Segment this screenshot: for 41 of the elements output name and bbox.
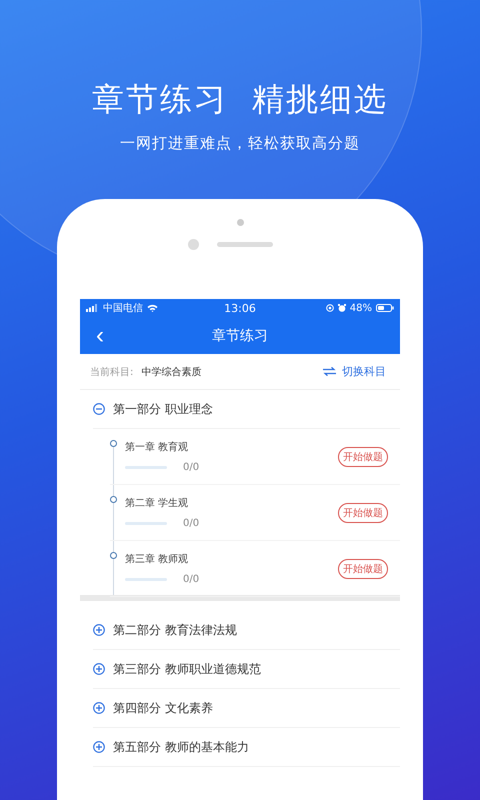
- chapter-title: 第一章 教育观: [125, 440, 190, 454]
- expand-icon[interactable]: [93, 702, 105, 714]
- alarm-icon: [338, 304, 346, 312]
- progress-count: 0/0: [183, 518, 200, 529]
- subject-label: 当前科目:: [90, 366, 134, 378]
- part-title[interactable]: 第五部分 教师的基本能力: [113, 738, 249, 756]
- subject-name: 中学综合素质: [141, 366, 202, 378]
- start-button[interactable]: 开始做题: [338, 446, 388, 466]
- back-button[interactable]: ‹: [88, 324, 112, 348]
- headline: 章节练习 精挑细选: [92, 79, 388, 120]
- lock-rotation-icon: [326, 304, 334, 312]
- status-time: 13:06: [224, 302, 256, 314]
- expand-icon[interactable]: [93, 624, 105, 636]
- part-title[interactable]: 第一部分 职业理念: [113, 400, 213, 418]
- timeline-node-icon: [110, 496, 117, 503]
- expand-icon[interactable]: [93, 663, 105, 675]
- page-title: 章节练习: [212, 326, 268, 344]
- chapter-title: 第三章 教师观: [125, 552, 190, 566]
- chapter-title: 第二章 学生观: [125, 496, 190, 510]
- part-title[interactable]: 第二部分 教育法律法规: [113, 622, 237, 638]
- battery-icon: [376, 304, 394, 312]
- subline: 一网打进重难点，轻松获取高分题: [120, 134, 360, 153]
- timeline-node-icon: [110, 552, 117, 559]
- collapse-icon[interactable]: [93, 403, 105, 415]
- expand-icon[interactable]: [93, 741, 105, 753]
- part-title[interactable]: 第四部分 文化素养: [113, 700, 213, 716]
- swap-icon: [323, 367, 336, 376]
- start-button[interactable]: 开始做题: [338, 558, 388, 578]
- progress-count: 0/0: [183, 574, 200, 585]
- switch-subject-button[interactable]: 切换科目: [323, 364, 386, 379]
- carrier-name: 中国电信: [103, 302, 143, 315]
- camera-icon: [236, 219, 244, 226]
- part-title[interactable]: 第三部分 教师职业道德规范: [113, 660, 261, 678]
- wifi-icon: [147, 304, 158, 312]
- battery-percent: 48%: [350, 302, 372, 314]
- signal-icon: [86, 304, 99, 312]
- timeline-node-icon: [110, 440, 117, 447]
- progress-count: 0/0: [183, 462, 200, 473]
- speaker-icon: [216, 242, 272, 247]
- start-button[interactable]: 开始做题: [338, 502, 388, 522]
- sensor-icon: [188, 239, 198, 250]
